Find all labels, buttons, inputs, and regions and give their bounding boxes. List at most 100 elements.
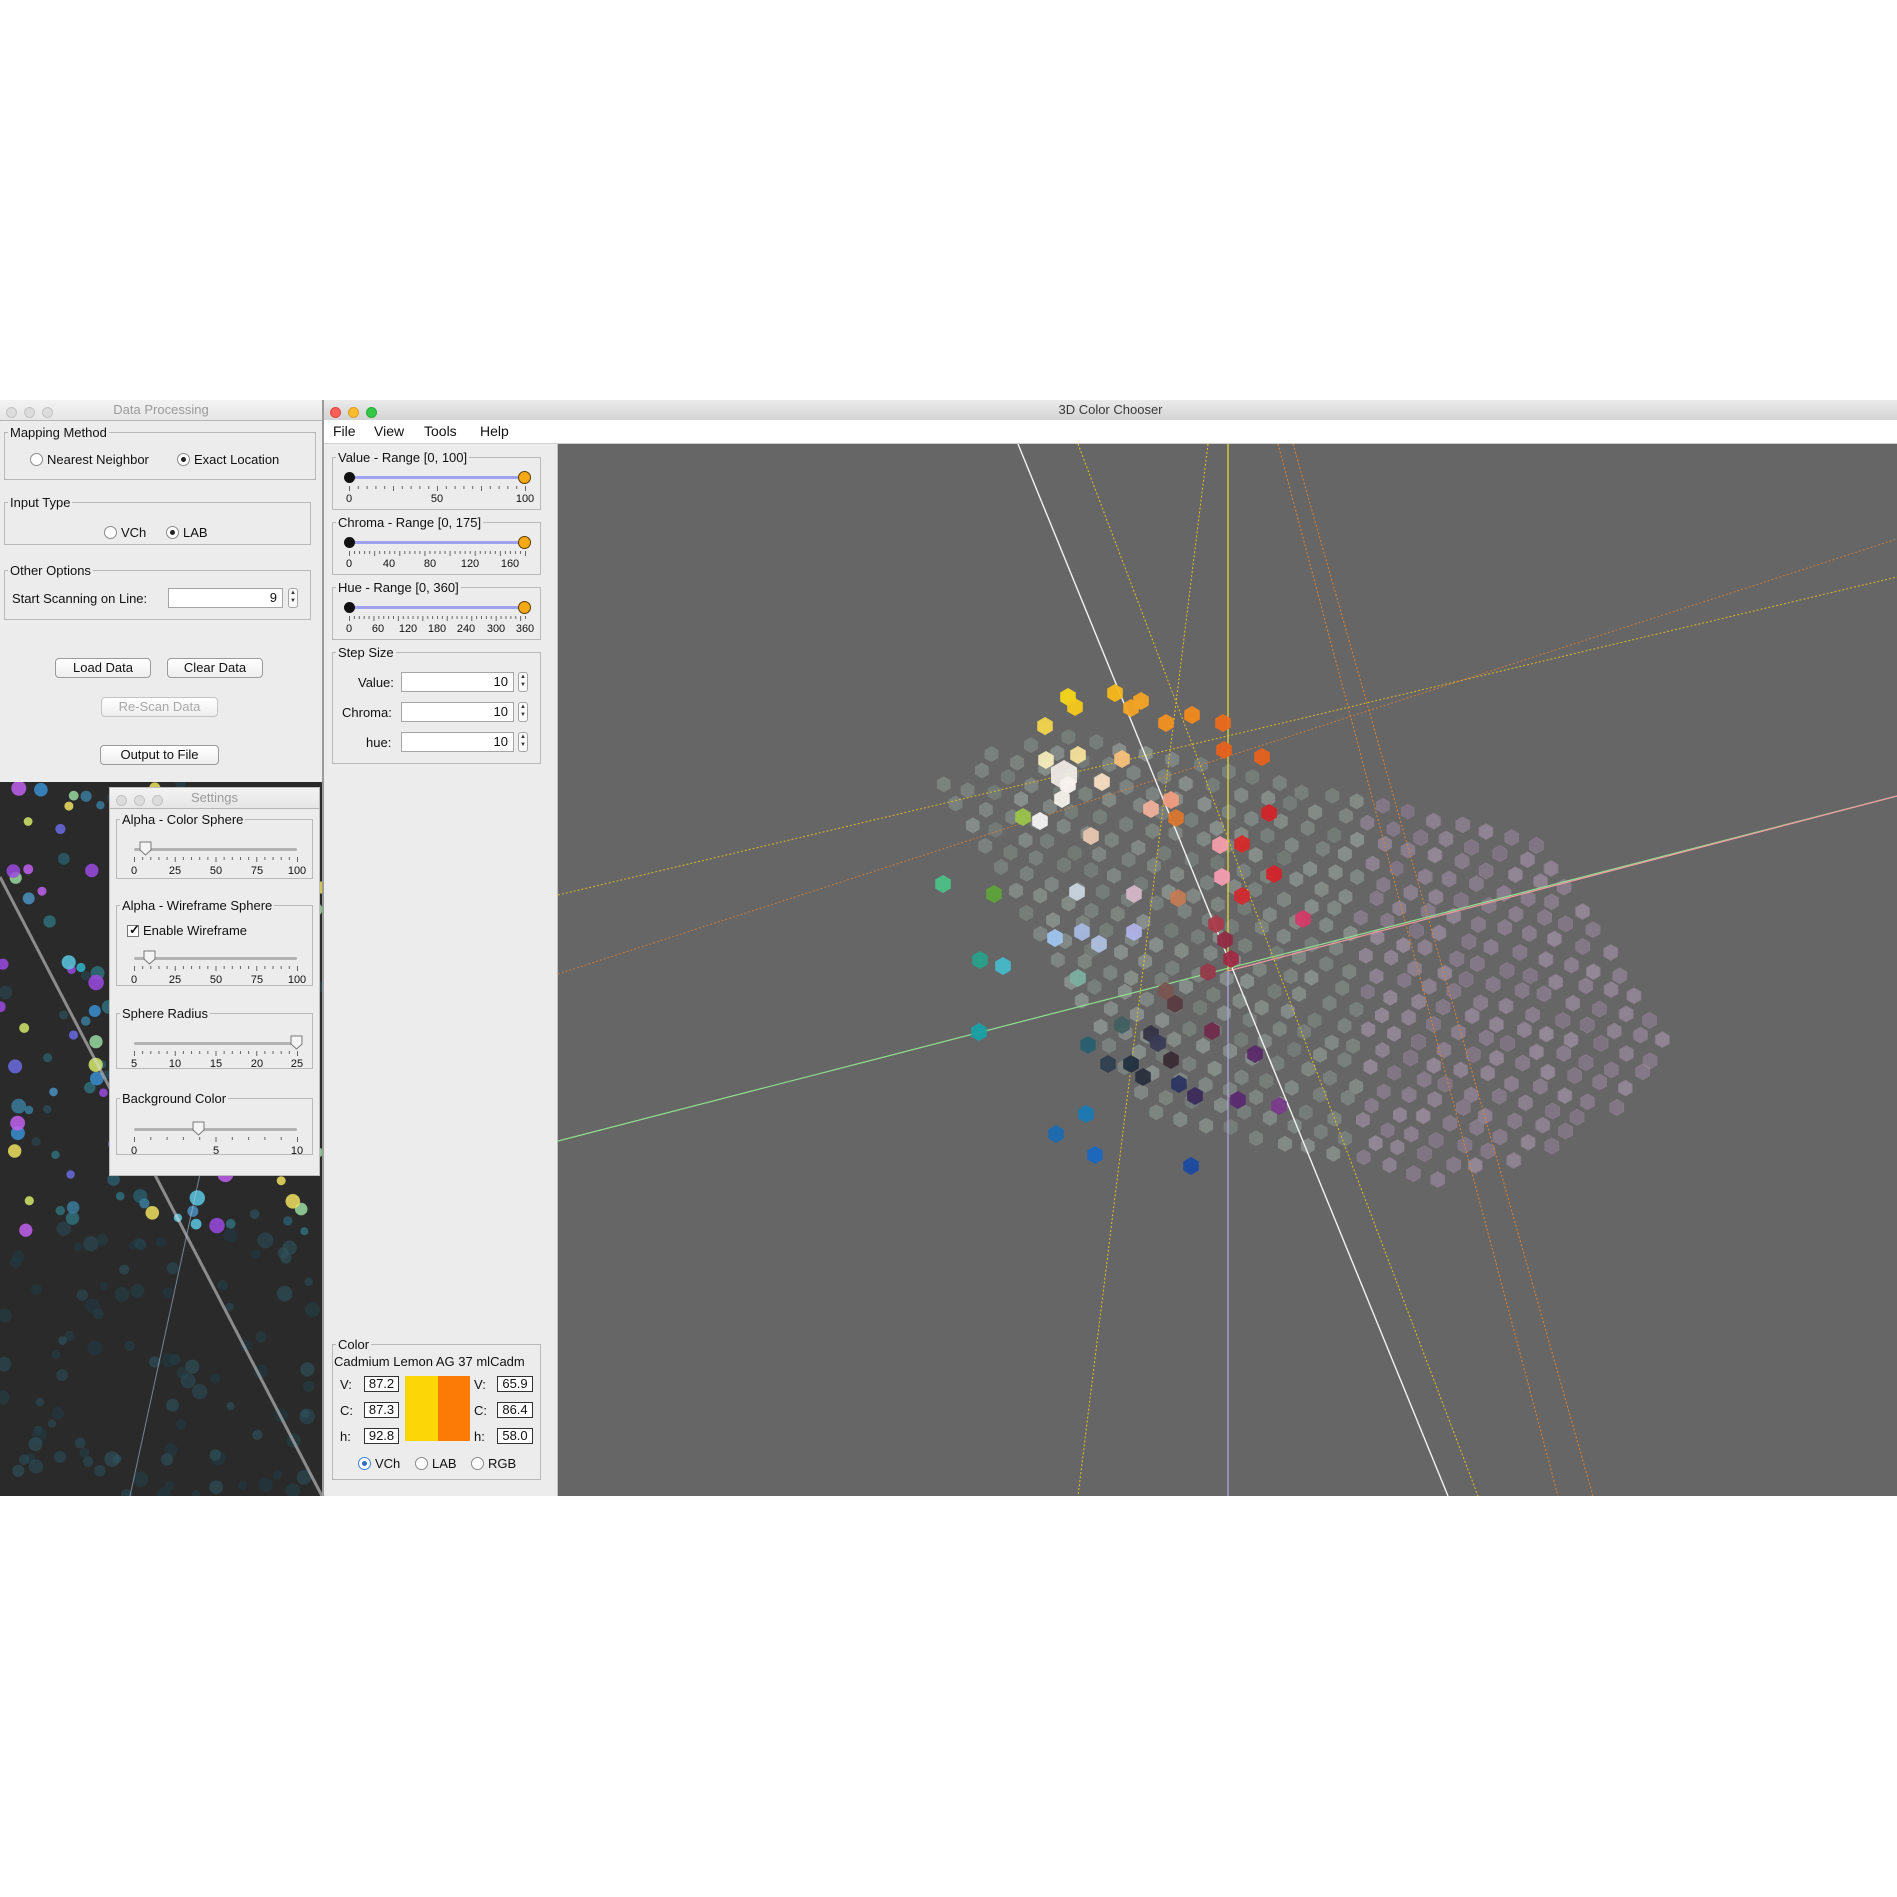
color-sample-marker[interactable] [1626, 987, 1642, 1005]
color-sample-marker[interactable] [1464, 838, 1479, 856]
background-thumb[interactable] [192, 1121, 205, 1136]
start-line-input[interactable]: 9 [168, 588, 283, 608]
step-chroma-stepper[interactable]: ▲ ▼ [518, 702, 528, 722]
minimize-icon[interactable] [24, 407, 35, 418]
chroma-high-knob[interactable] [518, 536, 531, 549]
color-sample-marker[interactable] [1609, 1099, 1625, 1116]
color-sample-marker[interactable] [1498, 997, 1514, 1015]
close-icon[interactable] [330, 407, 341, 418]
color-sample-marker[interactable] [1508, 866, 1523, 884]
color-sample-marker[interactable] [1604, 1061, 1619, 1079]
color-sample-marker[interactable] [1545, 1102, 1560, 1120]
3d-color-viewport[interactable] [558, 444, 1897, 1496]
mode-radio-vch[interactable]: VCh [358, 1456, 400, 1471]
color-sample-marker[interactable] [1426, 1057, 1442, 1075]
clear-data-button[interactable]: Clear Data [167, 658, 263, 678]
color-sample-marker[interactable] [1417, 868, 1433, 886]
color-sample-marker[interactable] [1580, 1093, 1595, 1111]
color-sample-marker[interactable] [1421, 978, 1437, 995]
step-chroma-input[interactable]: 10 [401, 702, 514, 722]
color-sample-marker[interactable] [1473, 994, 1488, 1012]
alpha-color-track[interactable] [134, 848, 297, 851]
color-sample-marker[interactable] [1592, 1000, 1607, 1018]
mode-radio-rgb[interactable]: RGB [471, 1456, 516, 1471]
output-to-file-button[interactable]: Output to File [100, 745, 219, 765]
color-sample-marker[interactable] [1478, 862, 1494, 880]
hue-range-track[interactable] [349, 606, 525, 609]
color-sample-marker[interactable] [1558, 1122, 1573, 1140]
color-sample-marker[interactable] [1411, 1033, 1426, 1051]
color-sample-marker[interactable] [1411, 993, 1426, 1011]
color-sample-marker[interactable] [1578, 977, 1594, 995]
checkbox-icon[interactable]: ✓ [127, 922, 140, 937]
radio-lab[interactable]: LAB [166, 525, 208, 540]
color-sample-marker[interactable] [1415, 1107, 1431, 1125]
color-sample-marker[interactable] [1471, 916, 1486, 933]
color-sample-marker[interactable] [1417, 1145, 1432, 1163]
background-track[interactable] [134, 1128, 297, 1131]
color-sample-marker[interactable] [1619, 1045, 1634, 1063]
alpha-wire-track[interactable] [134, 957, 297, 960]
alpha-wire-thumb[interactable] [143, 950, 156, 965]
color-sample-marker[interactable] [1508, 905, 1524, 923]
color-sample-marker[interactable] [1435, 998, 1451, 1016]
color-sample-marker[interactable] [1464, 1007, 1480, 1025]
color-sample-marker[interactable] [1520, 1133, 1536, 1151]
color-sample-marker[interactable] [1469, 1119, 1484, 1136]
color-sample-marker[interactable] [1612, 967, 1627, 985]
radio-exact-location[interactable]: Exact Location [177, 452, 279, 467]
color-sample-marker[interactable] [1543, 860, 1559, 878]
color-sample-marker[interactable] [1427, 846, 1443, 864]
radio-indicator[interactable] [415, 1457, 428, 1470]
color-sample-marker[interactable] [1458, 971, 1474, 988]
color-sample-marker[interactable] [1504, 829, 1519, 847]
color-sample-marker[interactable] [1558, 915, 1573, 933]
color-sample-marker[interactable] [1538, 951, 1554, 968]
color-sample-marker[interactable] [1585, 921, 1601, 939]
color-sample-marker[interactable] [1607, 1022, 1622, 1040]
radio-vch[interactable]: VCh [104, 525, 146, 540]
color-sample-marker[interactable] [1403, 1049, 1418, 1067]
color-sample-marker[interactable] [1504, 1075, 1519, 1093]
enable-wireframe-checkbox[interactable]: ✓ Enable Wireframe [127, 922, 247, 938]
radio-indicator[interactable] [471, 1457, 484, 1470]
color-sample-marker[interactable] [1557, 1087, 1573, 1105]
color-sample-marker[interactable] [1635, 1063, 1650, 1081]
color-sample-marker[interactable] [1463, 1086, 1479, 1104]
mode-radio-lab[interactable]: LAB [415, 1456, 457, 1471]
color-sample-marker[interactable] [1507, 1112, 1523, 1130]
color-sample-marker[interactable] [1565, 994, 1581, 1012]
color-sample-marker[interactable] [1567, 1067, 1582, 1085]
step-hue-input[interactable]: 10 [401, 732, 514, 752]
color-sample-marker[interactable] [1593, 1034, 1609, 1052]
color-sample-marker[interactable] [1455, 816, 1471, 834]
color-sample-marker[interactable] [1409, 922, 1424, 940]
minimize-icon[interactable] [134, 795, 145, 806]
color-sample-marker[interactable] [1451, 1023, 1466, 1041]
color-sample-marker[interactable] [1518, 1094, 1533, 1112]
hue-high-knob[interactable] [518, 601, 531, 614]
color-sample-marker[interactable] [1500, 1035, 1515, 1052]
zoom-icon[interactable] [366, 407, 377, 418]
color-sample-marker[interactable] [1453, 1061, 1468, 1079]
color-sample-marker[interactable] [1492, 1128, 1508, 1146]
value-low-knob[interactable] [344, 472, 355, 483]
alpha-color-thumb[interactable] [139, 841, 152, 856]
color-sample-marker[interactable] [1491, 1087, 1507, 1105]
color-sample-marker[interactable] [1618, 1005, 1634, 1023]
color-sample-marker[interactable] [1547, 930, 1562, 948]
color-sample-marker[interactable] [1539, 1025, 1554, 1043]
color-sample-marker[interactable] [1603, 943, 1618, 961]
color-sample-marker[interactable] [1618, 1079, 1633, 1097]
color-sample-marker[interactable] [1480, 1064, 1496, 1082]
color-sample-marker[interactable] [1428, 1131, 1444, 1149]
color-sample-marker[interactable] [1492, 845, 1508, 862]
step-value-input[interactable]: 10 [401, 672, 514, 692]
color-sample-marker[interactable] [1537, 909, 1552, 926]
hue-low-knob[interactable] [344, 602, 355, 613]
color-sample-marker[interactable] [1497, 919, 1513, 936]
chroma-range-track[interactable] [349, 541, 525, 544]
color-sample-marker[interactable] [1416, 1071, 1432, 1089]
color-sample-marker[interactable] [1592, 1073, 1607, 1091]
color-sample-marker[interactable] [1436, 1041, 1452, 1059]
